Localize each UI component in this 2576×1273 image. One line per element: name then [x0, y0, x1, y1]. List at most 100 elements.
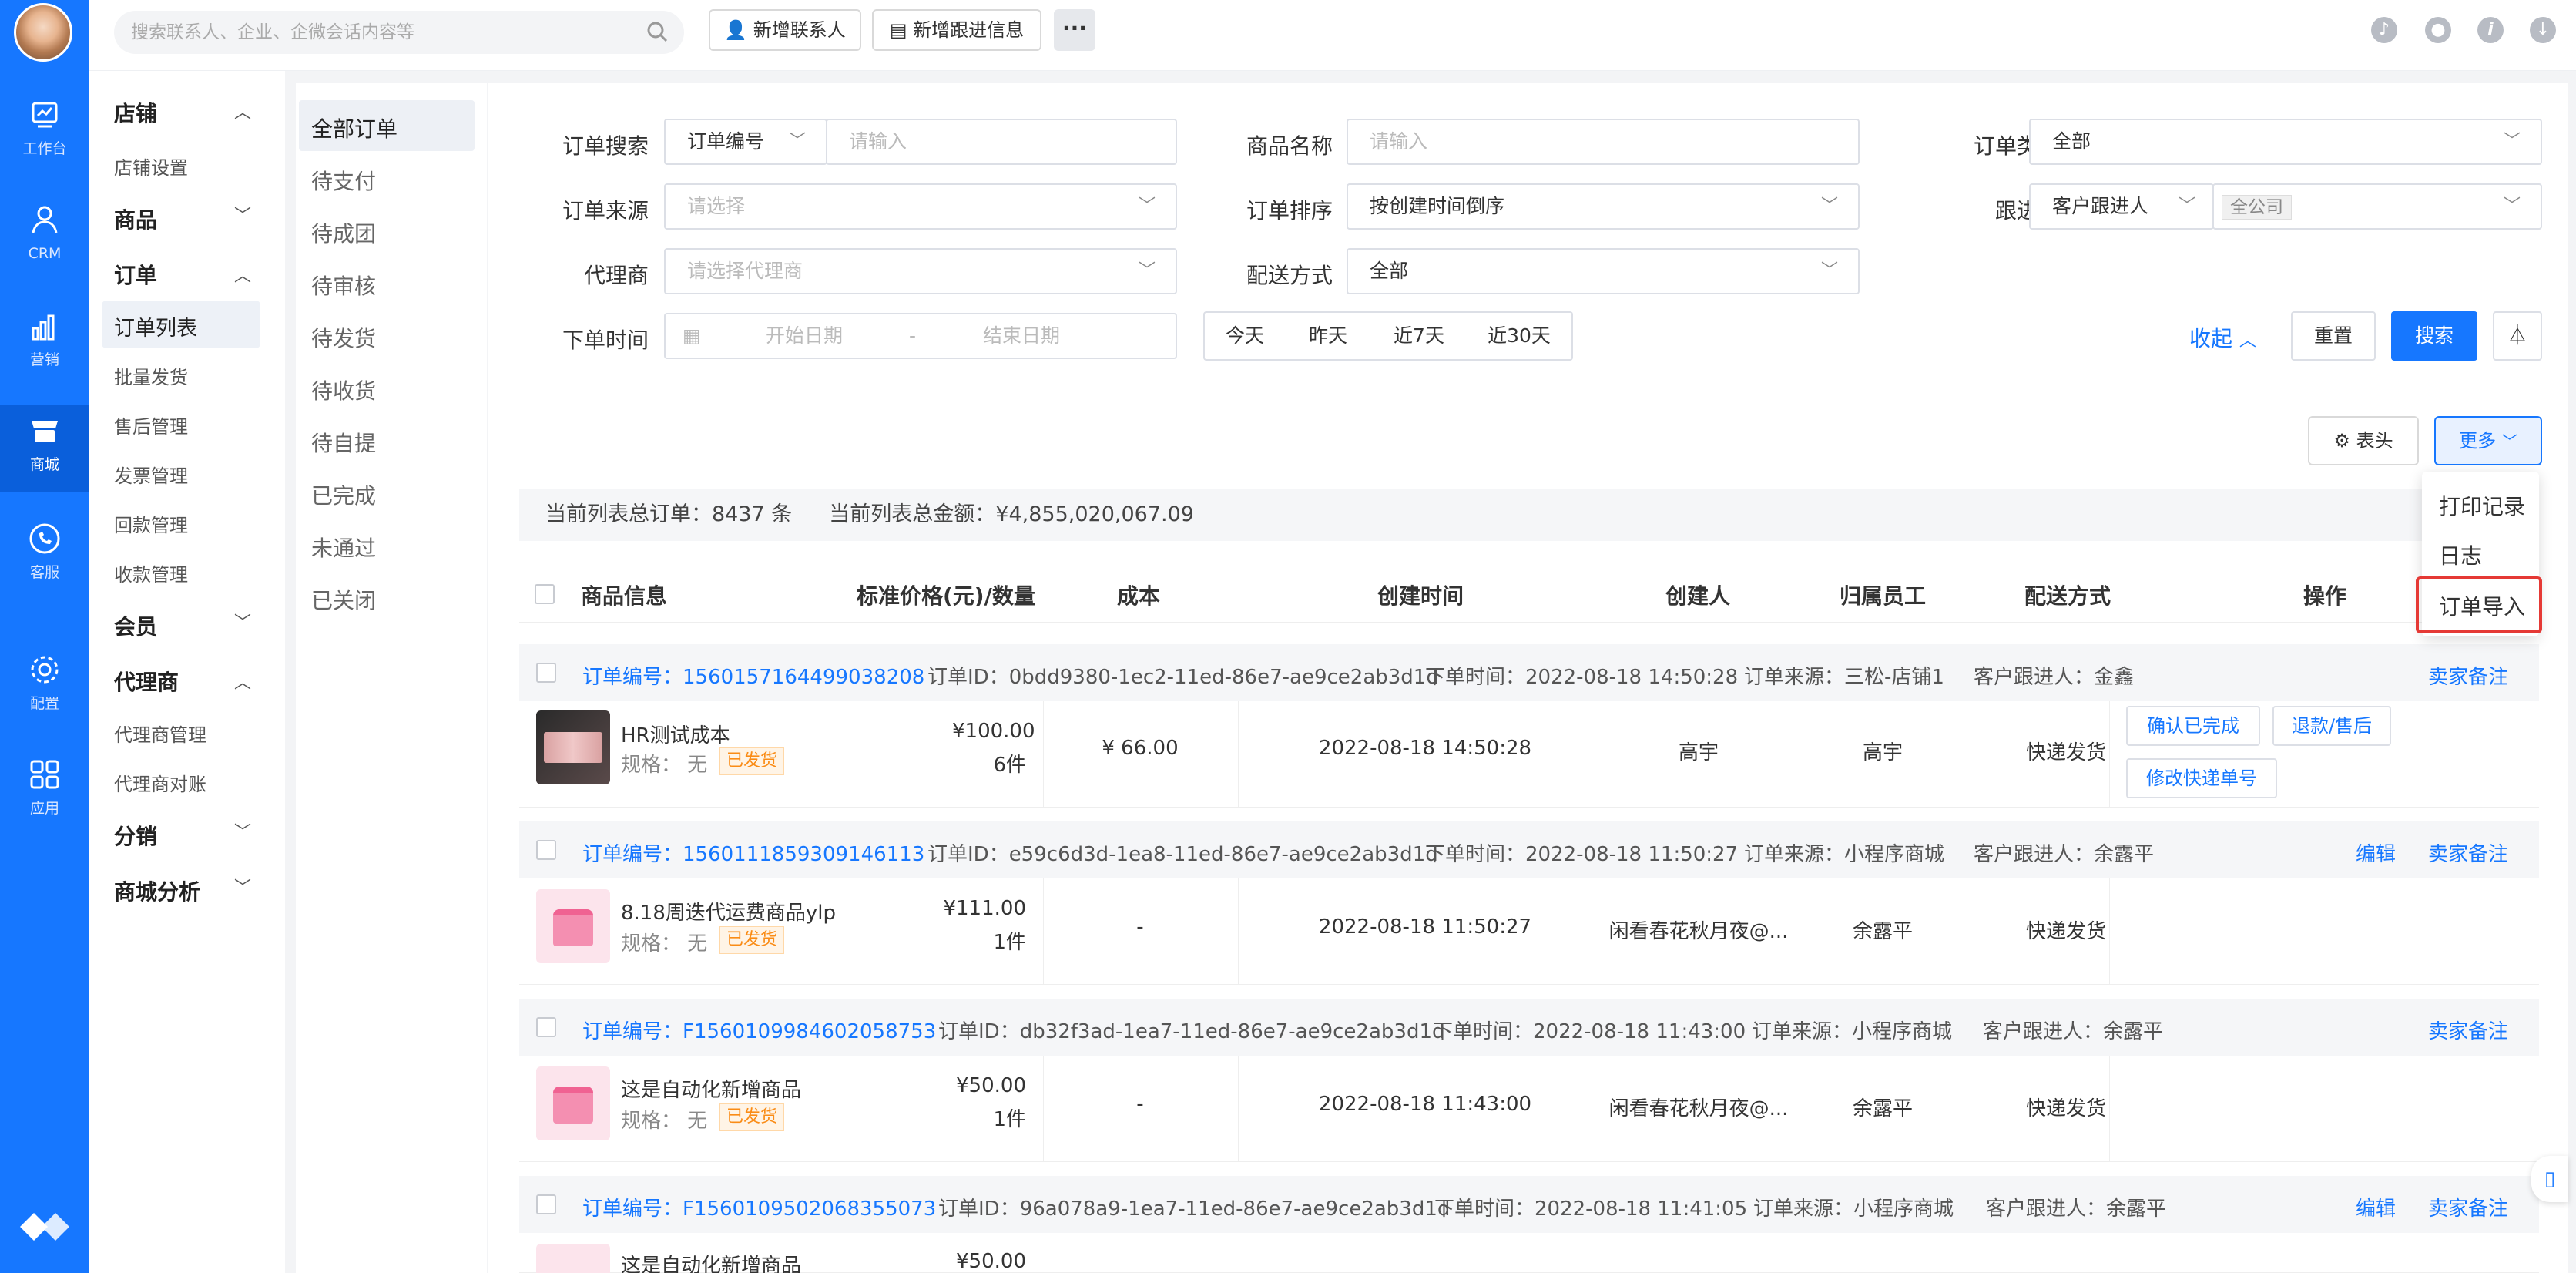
search-icon[interactable] [646, 20, 669, 43]
edit-link[interactable]: 编辑 [2356, 838, 2396, 867]
status-tab-all[interactable]: 全部订单 [311, 113, 397, 143]
rail-item-marketing[interactable]: 营销 [0, 308, 89, 370]
nav-item-payment-back[interactable]: 回款管理 [114, 510, 188, 537]
download-icon[interactable]: ↓ [2530, 17, 2556, 43]
rail-item-apps[interactable]: 应用 [0, 757, 89, 818]
seller-remark-link[interactable]: 卖家备注 [2428, 661, 2508, 690]
more-label: 更多 [2459, 430, 2497, 452]
filter-icon[interactable]: ⏃ [2493, 311, 2542, 361]
agent-select[interactable]: 请选择代理商 ﹀ [664, 248, 1177, 294]
order-source: 订单来源：小程序商城 [1752, 1020, 1953, 1043]
order-type-select[interactable]: 全部 ﹀ [2029, 119, 2542, 165]
product-thumbnail[interactable] [536, 1244, 610, 1273]
nav-item-collection[interactable]: 收款管理 [114, 559, 188, 586]
order-no-label: 订单编号： [582, 1197, 683, 1221]
quick-30days-button[interactable]: 近30天 [1467, 311, 1573, 361]
global-search-input[interactable]: 搜索联系人、企业、企微会话内容等 [114, 11, 684, 54]
order-no-link[interactable]: 订单编号：1560111859309146113 [582, 838, 924, 867]
new-followup-button[interactable]: ▤ 新增跟进信息 [872, 9, 1041, 51]
rail-label: 客服 [29, 564, 59, 581]
reset-button[interactable]: 重置 [2291, 311, 2376, 361]
menu-item-log[interactable]: 日志 [2439, 539, 2482, 570]
info-icon[interactable]: i [2477, 17, 2504, 43]
status-tab-review[interactable]: 待审核 [311, 270, 376, 301]
rail-item-service[interactable]: 客服 [0, 521, 89, 583]
order-search-type-select[interactable]: 订单编号 ﹀ [664, 119, 827, 165]
status-tab-pickup[interactable]: 待自提 [311, 427, 376, 458]
order-no-link[interactable]: 订单编号：1560157164499038208 [582, 661, 924, 690]
confirm-complete-button[interactable]: 确认已完成 [2126, 706, 2260, 746]
rail-item-workbench[interactable]: 工作台 [0, 97, 89, 159]
search-button[interactable]: 搜索 [2391, 311, 2477, 361]
rail-item-crm[interactable]: CRM [0, 202, 89, 264]
nav-item-agent-mgmt[interactable]: 代理商管理 [114, 720, 206, 747]
book-icon[interactable]: ▯ [2531, 1156, 2568, 1202]
status-tab-closed[interactable]: 已关闭 [311, 584, 376, 615]
order-search-input[interactable]: 请输入 [826, 119, 1177, 165]
order-sort-select[interactable]: 按创建时间倒序 ﹀ [1347, 183, 1860, 230]
apps-grid-icon [30, 760, 59, 789]
nav-group-member[interactable]: 会员 [114, 610, 157, 641]
status-tab-grouping[interactable]: 待成团 [311, 217, 376, 248]
nav-item-batch-ship[interactable]: 批量发货 [114, 362, 188, 389]
seller-remark-link[interactable]: 卖家备注 [2428, 838, 2508, 867]
status-tab-to-ship[interactable]: 待发货 [311, 322, 376, 353]
menu-item-print-records[interactable]: 打印记录 [2439, 490, 2525, 521]
nav-item-store-settings[interactable]: 店铺设置 [114, 153, 188, 180]
seller-remark-link[interactable]: 卖家备注 [2428, 1016, 2508, 1044]
follower-type-select[interactable]: 客户跟进人 ﹀ [2029, 183, 2214, 230]
collapse-filters-link[interactable]: 收起 ︿ [2189, 322, 2256, 353]
order-source-select[interactable]: 请选择 ﹀ [664, 183, 1177, 230]
status-tab-unpaid[interactable]: 待支付 [311, 165, 376, 196]
nav-item-after-sale[interactable]: 售后管理 [114, 411, 188, 438]
bell-icon[interactable]: ♪ [2371, 17, 2397, 43]
product-thumbnail[interactable] [536, 710, 610, 784]
status-tab-to-receive[interactable]: 待收货 [311, 375, 376, 405]
nav-group-goods[interactable]: 商品 [114, 203, 157, 234]
column-settings-button[interactable]: ⚙ 表头 [2308, 416, 2419, 465]
product-name: HR测试成本 [621, 724, 730, 747]
product-thumbnail[interactable] [536, 889, 610, 963]
order-checkbox[interactable] [536, 663, 556, 683]
wechat-icon[interactable]: ● [2425, 17, 2451, 43]
more-actions-button[interactable]: ··· [1054, 9, 1095, 51]
label-goods-name: 商品名称 [1246, 133, 1333, 159]
nav-group-store[interactable]: 店铺 [114, 97, 157, 128]
edit-tracking-button[interactable]: 修改快递单号 [2126, 758, 2277, 798]
avatar[interactable] [14, 3, 72, 62]
order-no-link[interactable]: 订单编号：F1560109984602058753 [582, 1016, 936, 1044]
nav-item-order-list[interactable]: 订单列表 [114, 311, 197, 341]
date-range-picker[interactable]: ▦ 开始日期 - 结束日期 [664, 313, 1177, 359]
creator: 闲看春花秋月夜@... [1608, 920, 1789, 943]
nav-group-analysis[interactable]: 商城分析 [114, 875, 200, 906]
seller-remark-link[interactable]: 卖家备注 [2428, 1193, 2508, 1221]
product-thumbnail[interactable] [536, 1066, 610, 1140]
order-time: 下单时间：2022-08-18 14:50:28 [1425, 666, 1739, 689]
nav-item-invoice[interactable]: 发票管理 [114, 461, 188, 488]
nav-group-agent[interactable]: 代理商 [114, 666, 179, 697]
nav-group-distribution[interactable]: 分销 [114, 820, 157, 851]
new-contact-button[interactable]: 👤 新增联系人 [709, 9, 861, 51]
edit-link[interactable]: 编辑 [2356, 1193, 2396, 1221]
rail-item-config[interactable]: 配置 [0, 652, 89, 714]
status-tab-done[interactable]: 已完成 [311, 479, 376, 510]
select-all-checkbox[interactable] [535, 584, 555, 604]
delivery-select[interactable]: 全部 ﹀ [1347, 248, 1860, 294]
goods-name-input[interactable]: 请输入 [1347, 119, 1860, 165]
refund-aftersale-button[interactable]: 退款/售后 [2272, 706, 2391, 746]
more-dropdown-button[interactable]: 更多 ﹀ [2434, 416, 2542, 465]
nav-item-agent-recon[interactable]: 代理商对账 [114, 769, 206, 796]
order-checkbox[interactable] [536, 840, 556, 860]
quick-yesterday-button[interactable]: 昨天 [1285, 311, 1373, 361]
order-checkbox[interactable] [536, 1017, 556, 1037]
order-checkbox[interactable] [536, 1194, 556, 1214]
chevron-up-icon: ︿ [234, 267, 252, 286]
follower-scope-select[interactable]: 全公司 ﹀ [2212, 183, 2542, 230]
quick-today-button[interactable]: 今天 [1203, 311, 1286, 361]
nav-group-order[interactable]: 订单 [114, 259, 157, 290]
order-no-link[interactable]: 订单编号：F1560109502068355073 [582, 1193, 936, 1221]
quick-7days-button[interactable]: 近7天 [1371, 311, 1468, 361]
label-order-time: 下单时间 [562, 327, 649, 353]
rail-item-mall[interactable]: 商城 [0, 405, 89, 492]
status-tab-rejected[interactable]: 未通过 [311, 532, 376, 563]
